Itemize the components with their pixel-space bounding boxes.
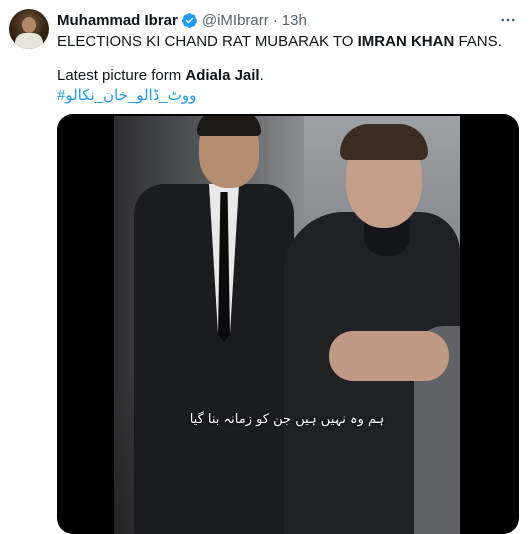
separator-dot: · <box>272 11 278 29</box>
more-options-icon[interactable] <box>498 10 518 30</box>
hashtag-link[interactable]: #ووٹ_ڈالو_خان_نکالو <box>57 86 196 106</box>
avatar-shirt <box>15 33 43 49</box>
tweet-text-line-1: ELECTIONS KI CHAND RAT MUBARAK TO IMRAN … <box>57 32 502 52</box>
media-photo: ہم وہ نہیں ہیں جن کو زمانہ بنا گیا <box>114 116 460 534</box>
timestamp[interactable]: 13h <box>282 12 307 29</box>
photo-man-left-hair <box>197 116 261 136</box>
line1-prefix: ELECTIONS KI CHAND RAT MUBARAK TO <box>57 33 358 50</box>
tweet-text-line-2: Latest picture form Adiala Jail. <box>57 66 264 86</box>
line2-bold: Adiala Jail <box>185 67 260 84</box>
photo-man-main-hair <box>340 124 428 160</box>
author-handle[interactable]: @iMIbrarr <box>202 12 269 29</box>
tweet[interactable]: Muhammad Ibrar @iMIbrarr · 13h ELECTIONS… <box>0 0 529 534</box>
line1-suffix: FANS. <box>454 33 502 50</box>
tweet-media[interactable]: ہم وہ نہیں ہیں جن کو زمانہ بنا گیا <box>57 114 519 534</box>
verified-badge-icon <box>181 12 198 29</box>
photo-hands <box>329 331 449 381</box>
line1-bold: IMRAN KHAN <box>357 33 455 50</box>
line2-suffix: . <box>259 67 264 84</box>
line2-prefix: Latest picture form <box>57 67 186 84</box>
avatar[interactable] <box>9 9 49 49</box>
tweet-header: Muhammad Ibrar @iMIbrarr · 13h <box>57 10 307 30</box>
author-name[interactable]: Muhammad Ibrar <box>57 12 178 29</box>
media-caption: ہم وہ نہیں ہیں جن کو زمانہ بنا گیا <box>189 412 385 427</box>
avatar-face <box>22 17 36 33</box>
